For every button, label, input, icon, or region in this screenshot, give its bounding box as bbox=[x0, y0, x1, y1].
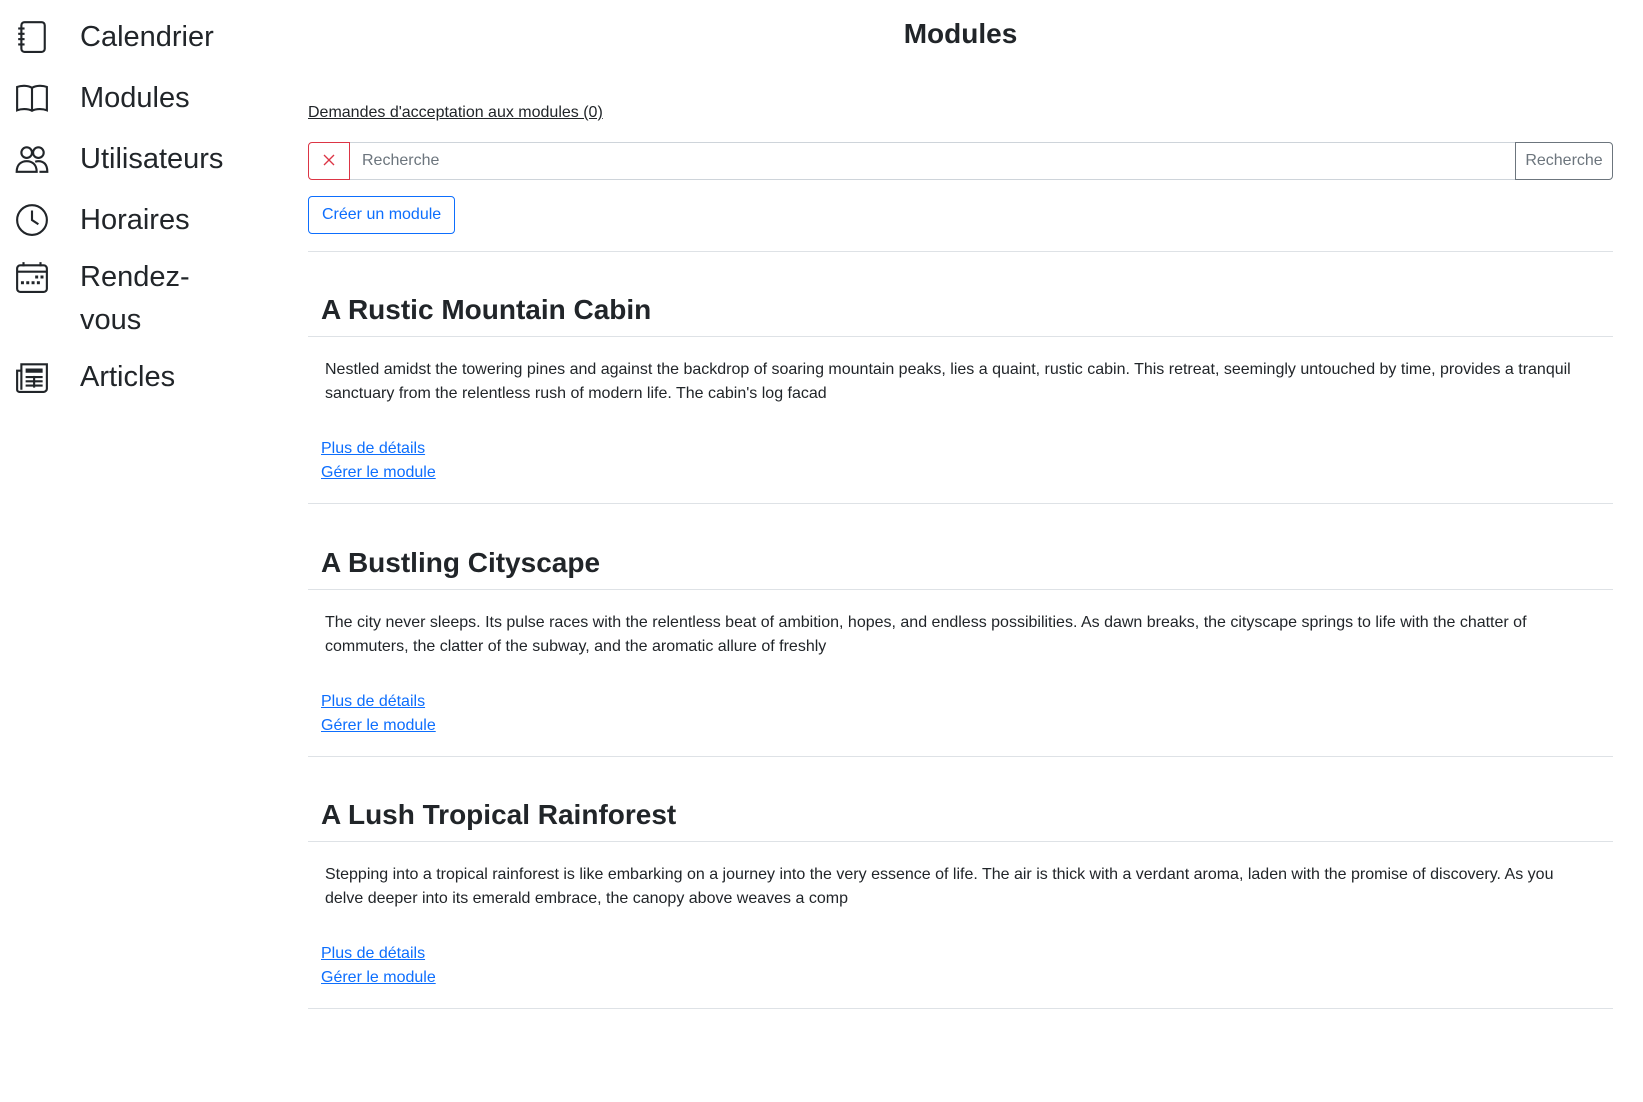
sidebar-item-modules[interactable]: Modules bbox=[14, 77, 230, 120]
clear-search-button[interactable] bbox=[308, 142, 350, 180]
divider bbox=[308, 251, 1613, 252]
module-description: The city never sleeps. Its pulse races w… bbox=[325, 614, 1527, 655]
sidebar-item-horaires[interactable]: Horaires bbox=[14, 199, 230, 242]
sidebar-item-label: Utilisateurs bbox=[80, 143, 224, 175]
divider bbox=[308, 589, 1613, 590]
module-description: Stepping into a tropical rainforest is l… bbox=[325, 866, 1554, 907]
search-input[interactable] bbox=[350, 142, 1515, 180]
sidebar-item-utilisateurs[interactable]: Utilisateurs bbox=[14, 138, 230, 181]
book-icon bbox=[14, 80, 50, 116]
module-title: A Bustling Cityscape bbox=[321, 547, 601, 578]
page-title: Modules bbox=[903, 18, 1018, 49]
divider bbox=[308, 756, 1613, 757]
sidebar-item-label: Rendez-vous bbox=[80, 261, 190, 336]
clock-icon bbox=[14, 202, 50, 238]
newspaper-icon bbox=[14, 359, 50, 395]
divider bbox=[308, 336, 1613, 337]
module-manage-link[interactable]: Gérer le module bbox=[321, 464, 436, 482]
module-title: A Rustic Mountain Cabin bbox=[321, 294, 652, 325]
sidebar-item-rendez-vous[interactable]: Rendez-vous bbox=[14, 256, 230, 342]
divider bbox=[308, 841, 1613, 842]
sidebar-item-label: Articles bbox=[80, 361, 176, 393]
acceptance-requests-link[interactable]: Demandes d'acceptation aux modules (0) bbox=[308, 104, 603, 122]
x-icon bbox=[321, 152, 337, 171]
sidebar-item-label: Modules bbox=[80, 82, 190, 114]
divider bbox=[308, 503, 1613, 504]
module-details-link[interactable]: Plus de détails bbox=[321, 945, 425, 963]
divider bbox=[308, 1008, 1613, 1009]
calendar-week-icon bbox=[14, 259, 50, 295]
sidebar-item-label: Calendrier bbox=[80, 21, 214, 53]
journal-icon bbox=[14, 19, 50, 55]
module-title: A Lush Tropical Rainforest bbox=[321, 799, 677, 830]
sidebar-item-calendrier[interactable]: Calendrier bbox=[14, 16, 230, 59]
people-icon bbox=[14, 141, 50, 177]
module-details-link[interactable]: Plus de détails bbox=[321, 693, 425, 711]
sidebar-item-articles[interactable]: Articles bbox=[14, 356, 230, 399]
create-module-button[interactable]: Créer un module bbox=[308, 196, 456, 234]
module-details-link[interactable]: Plus de détails bbox=[321, 440, 425, 458]
module-description: Nestled amidst the towering pines and ag… bbox=[325, 361, 1571, 402]
search-button[interactable]: Recherche bbox=[1515, 142, 1613, 180]
module-manage-link[interactable]: Gérer le module bbox=[321, 969, 436, 987]
module-manage-link[interactable]: Gérer le module bbox=[321, 717, 436, 735]
sidebar: Calendrier Modules Utilisateurs Horaires… bbox=[0, 0, 290, 1102]
sidebar-item-label: Horaires bbox=[80, 204, 190, 236]
search-bar: Recherche bbox=[308, 142, 1613, 180]
